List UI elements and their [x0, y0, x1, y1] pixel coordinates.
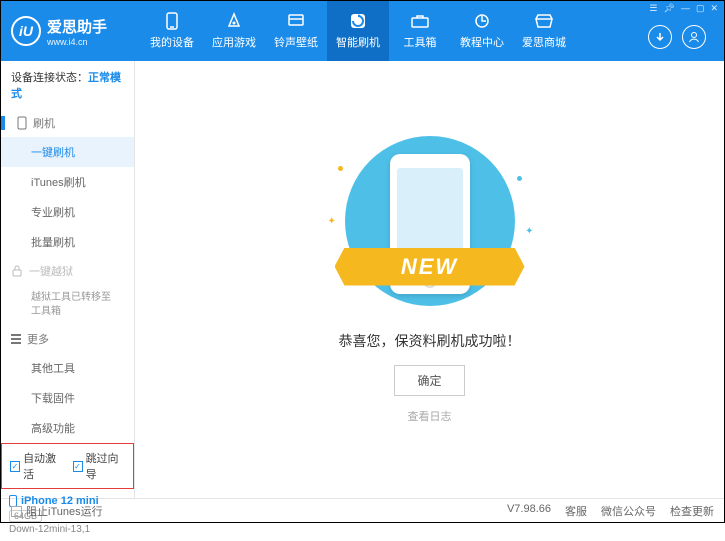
- nav-label: 铃声壁纸: [274, 34, 318, 50]
- nav-store[interactable]: 爱思商城: [513, 1, 575, 61]
- version-label: V7.98.66: [507, 503, 551, 519]
- checkbox-checked-icon: ✓: [10, 461, 20, 472]
- more-group: 更多 其他工具 下载固件 高级功能: [1, 325, 134, 443]
- top-nav: 我的设备 应用游戏 铃声壁纸 智能刷机 工具箱 教程中心 爱思商城: [141, 1, 575, 61]
- success-message: 恭喜您，保资料刷机成功啦！: [339, 331, 521, 351]
- jailbreak-header[interactable]: 一键越狱: [1, 257, 134, 285]
- jailbreak-group: 一键越狱 越狱工具已转移至工具箱: [1, 257, 134, 325]
- checkbox-unchecked-icon: [11, 506, 22, 517]
- group-label: 刷机: [33, 115, 55, 131]
- more-header[interactable]: 更多: [1, 325, 134, 353]
- new-ribbon: NEW: [335, 248, 525, 286]
- nav-label: 工具箱: [404, 34, 437, 50]
- lock-icon: [11, 265, 23, 277]
- logo[interactable]: iU 爱思助手 www.i4.cn: [11, 16, 141, 47]
- options-row: ✓ 自动激活 ✓ 跳过向导: [1, 443, 134, 489]
- close-icon[interactable]: ✕: [710, 3, 718, 14]
- nav-ringtones[interactable]: 铃声壁纸: [265, 1, 327, 61]
- user-button[interactable]: [682, 25, 706, 49]
- phone-icon: [17, 116, 27, 130]
- pin-icon[interactable]: 📌︎: [664, 3, 675, 14]
- nav-label: 智能刷机: [336, 34, 380, 50]
- logo-text: 爱思助手 www.i4.cn: [47, 16, 107, 47]
- nav-flash[interactable]: 智能刷机: [327, 1, 389, 61]
- nav-label: 教程中心: [460, 34, 504, 50]
- group-label: 更多: [27, 331, 49, 347]
- store-icon: [534, 12, 554, 30]
- ok-button[interactable]: 确定: [394, 365, 464, 396]
- main-content: ✦ ✦ NEW 恭喜您，保资料刷机成功啦！ 确定 查看日志: [135, 61, 724, 498]
- window-controls: ☰ 📌︎ — ▢ ✕: [649, 3, 718, 14]
- sidebar: 设备连接状态：正常模式 刷机 一键刷机 iTunes刷机 专业刷机 批量刷机 一…: [1, 61, 135, 498]
- apps-icon: [224, 12, 244, 30]
- sidebar-download-firmware[interactable]: 下载固件: [1, 383, 134, 413]
- view-log-link[interactable]: 查看日志: [408, 408, 452, 424]
- flash-icon: [348, 12, 368, 30]
- auto-activate-checkbox[interactable]: ✓ 自动激活: [10, 450, 63, 482]
- sidebar-pro-flash[interactable]: 专业刷机: [1, 197, 134, 227]
- header: iU 爱思助手 www.i4.cn 我的设备 应用游戏 铃声壁纸 智能刷机 工具…: [1, 1, 724, 61]
- wechat-link[interactable]: 微信公众号: [601, 503, 656, 519]
- nav-toolbox[interactable]: 工具箱: [389, 1, 451, 61]
- nav-apps[interactable]: 应用游戏: [203, 1, 265, 61]
- sidebar-batch-flash[interactable]: 批量刷机: [1, 227, 134, 257]
- flash-group: 刷机 一键刷机 iTunes刷机 专业刷机 批量刷机: [1, 109, 134, 257]
- nav-label: 应用游戏: [212, 34, 256, 50]
- maximize-icon[interactable]: ▢: [696, 3, 705, 14]
- header-actions: [648, 25, 706, 49]
- music-icon: [286, 12, 306, 30]
- sidebar-one-click-flash[interactable]: 一键刷机: [1, 137, 134, 167]
- nav-label: 爱思商城: [522, 34, 566, 50]
- sidebar-other-tools[interactable]: 其他工具: [1, 353, 134, 383]
- phone-icon: [162, 12, 182, 30]
- book-icon: [472, 12, 492, 30]
- nav-my-device[interactable]: 我的设备: [141, 1, 203, 61]
- toolbox-icon: [410, 12, 430, 30]
- nav-label: 我的设备: [150, 34, 194, 50]
- success-illustration: ✦ ✦ NEW: [320, 136, 540, 316]
- skip-guide-checkbox[interactable]: ✓ 跳过向导: [73, 450, 126, 482]
- device-down: Down-12mini-13,1: [9, 524, 126, 535]
- block-itunes-checkbox[interactable]: 阻止iTunes运行: [11, 503, 103, 519]
- minimize-icon[interactable]: —: [681, 3, 690, 14]
- download-button[interactable]: [648, 25, 672, 49]
- nav-tutorials[interactable]: 教程中心: [451, 1, 513, 61]
- flash-header[interactable]: 刷机: [1, 109, 134, 137]
- update-link[interactable]: 检查更新: [670, 503, 714, 519]
- checkbox-checked-icon: ✓: [73, 461, 83, 472]
- sidebar-itunes-flash[interactable]: iTunes刷机: [1, 167, 134, 197]
- logo-icon: iU: [11, 16, 41, 46]
- menu-icon[interactable]: ☰: [649, 3, 657, 14]
- support-link[interactable]: 客服: [565, 503, 587, 519]
- group-label: 一键越狱: [29, 263, 73, 279]
- menu-icon: [11, 338, 21, 340]
- sidebar-advanced[interactable]: 高级功能: [1, 413, 134, 443]
- jailbreak-note: 越狱工具已转移至工具箱: [1, 285, 111, 325]
- connection-status: 设备连接状态：正常模式: [1, 61, 134, 109]
